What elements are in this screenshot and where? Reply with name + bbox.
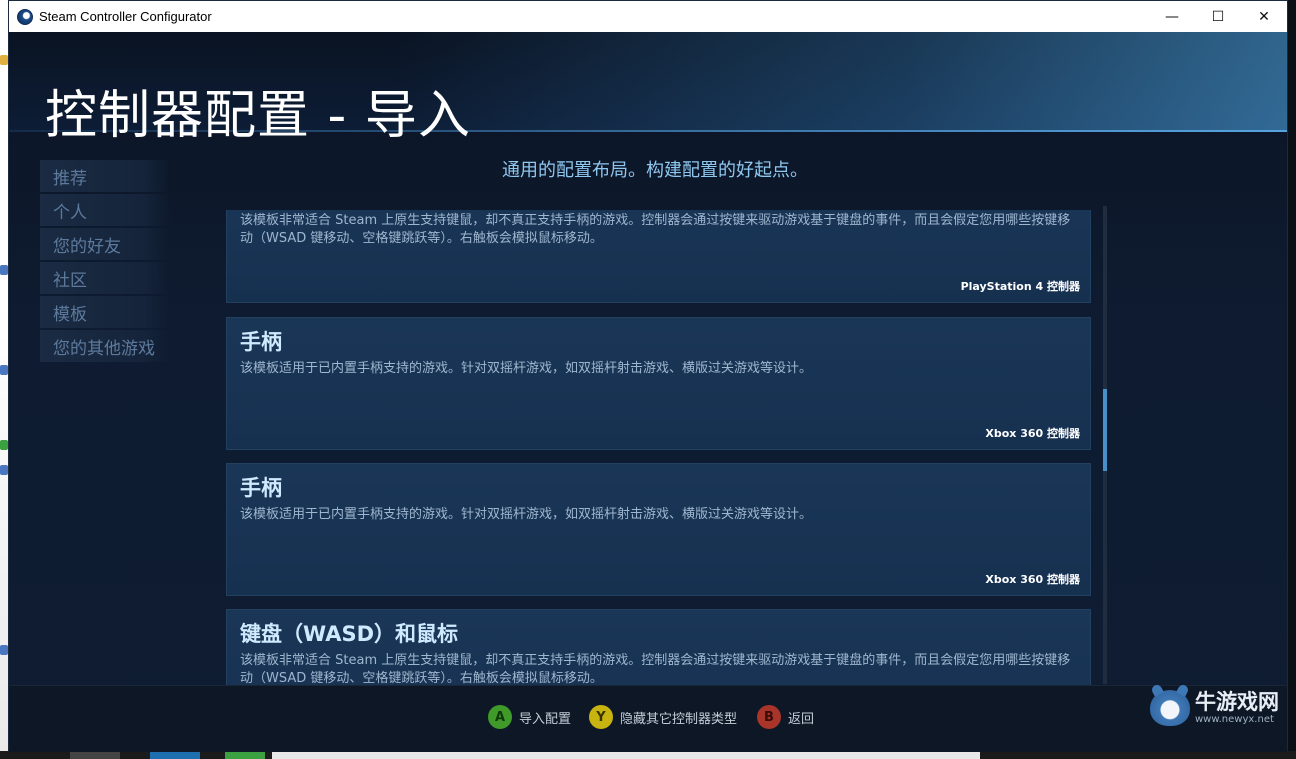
button-hint-bar: A 导入配置 Y 隐藏其它控制器类型 B 返回 — [9, 685, 1287, 752]
desktop-icon — [0, 645, 8, 655]
sidebar-item-community[interactable]: 社区 — [40, 262, 170, 294]
window-title: Steam Controller Configurator — [39, 9, 212, 24]
hint-import[interactable]: A 导入配置 — [488, 705, 571, 729]
page-title: 控制器配置 - 导入 — [45, 86, 471, 146]
watermark-url: www.newyx.net — [1195, 714, 1274, 725]
desktop-icon — [0, 365, 8, 375]
close-button[interactable]: ✕ — [1241, 1, 1287, 32]
template-title: 手柄 — [240, 476, 282, 500]
taskbar-item — [272, 751, 980, 759]
site-watermark: 牛游戏网 www.newyx.net — [1150, 683, 1296, 733]
template-description: 该模板适用于已内置手柄支持的游戏。针对双摇杆游戏，如双摇杆射击游戏、横版过关游戏… — [240, 507, 813, 522]
category-sidebar: 推荐 个人 您的好友 社区 模板 您的其他游戏 — [40, 160, 170, 364]
hint-import-label: 导入配置 — [519, 711, 572, 727]
b-button-icon: B — [757, 705, 781, 729]
desktop-taskbar — [0, 751, 1296, 759]
sidebar-item-personal[interactable]: 个人 — [40, 194, 170, 226]
a-button-icon: A — [488, 705, 512, 729]
template-controller-type: Xbox 360 控制器 — [985, 573, 1080, 586]
hint-hide-other-types[interactable]: Y 隐藏其它控制器类型 — [589, 705, 737, 729]
sidebar-item-other-games[interactable]: 您的其他游戏 — [40, 330, 170, 362]
template-description: 该模板非常适合 Steam 上原生支持键鼠，却不真正支持手柄的游戏。控制器会通过… — [240, 653, 1071, 685]
template-card[interactable]: 键盘（WASD）和鼠标 该模板非常适合 Steam 上原生支持键鼠，却不真正支持… — [226, 609, 1091, 685]
steam-icon — [17, 8, 33, 25]
scrollbar-thumb[interactable] — [1103, 389, 1107, 471]
configurator-content: 控制器配置 - 导入 推荐 个人 您的好友 社区 模板 您的其他游戏 通用的配置… — [9, 32, 1287, 752]
taskbar-item — [70, 751, 120, 759]
desktop-icon — [0, 55, 8, 65]
app-window: Steam Controller Configurator — ☐ ✕ 控制器配… — [8, 0, 1288, 752]
minimize-button[interactable]: — — [1149, 1, 1195, 32]
taskbar-item — [225, 751, 265, 759]
watermark-name: 牛游戏网 — [1195, 690, 1279, 714]
template-list: 该模板非常适合 Steam 上原生支持键鼠，却不真正支持手柄的游戏。控制器会通过… — [226, 210, 1092, 685]
section-subtitle: 通用的配置布局。构建配置的好起点。 — [502, 160, 808, 181]
sidebar-item-templates[interactable]: 模板 — [40, 296, 170, 328]
template-card[interactable]: 该模板非常适合 Steam 上原生支持键鼠，却不真正支持手柄的游戏。控制器会通过… — [226, 210, 1091, 303]
hint-back[interactable]: B 返回 — [757, 705, 814, 729]
template-card[interactable]: 手柄 该模板适用于已内置手柄支持的游戏。针对双摇杆游戏，如双摇杆射击游戏、横版过… — [226, 317, 1091, 450]
y-button-icon: Y — [589, 705, 613, 729]
window-controls: — ☐ ✕ — [1149, 1, 1287, 32]
template-title: 键盘（WASD）和鼠标 — [240, 622, 459, 646]
list-scrollbar[interactable] — [1103, 206, 1107, 684]
sidebar-item-friends[interactable]: 您的好友 — [40, 228, 170, 260]
template-controller-type: Xbox 360 控制器 — [985, 427, 1080, 440]
watermark-text: 牛游戏网 www.newyx.net — [1195, 690, 1279, 726]
watermark-logo-icon — [1150, 690, 1190, 726]
taskbar-item — [150, 751, 200, 759]
desktop-icon — [0, 440, 8, 450]
template-title: 手柄 — [240, 330, 282, 354]
template-description: 该模板非常适合 Steam 上原生支持键鼠，却不真正支持手柄的游戏。控制器会通过… — [240, 213, 1071, 246]
template-controller-type: PlayStation 4 控制器 — [960, 280, 1080, 293]
sidebar-item-recommended[interactable]: 推荐 — [40, 160, 170, 192]
desktop-icon — [0, 265, 8, 275]
maximize-button[interactable]: ☐ — [1195, 1, 1241, 32]
template-description: 该模板适用于已内置手柄支持的游戏。针对双摇杆游戏，如双摇杆射击游戏、横版过关游戏… — [240, 361, 813, 376]
hint-hide-label: 隐藏其它控制器类型 — [620, 711, 738, 727]
window-titlebar[interactable]: Steam Controller Configurator — ☐ ✕ — [9, 1, 1287, 32]
hint-back-label: 返回 — [788, 711, 815, 727]
template-card[interactable]: 手柄 该模板适用于已内置手柄支持的游戏。针对双摇杆游戏，如双摇杆射击游戏、横版过… — [226, 463, 1091, 596]
desktop-icon — [0, 465, 8, 475]
desktop-background-left — [0, 0, 8, 759]
